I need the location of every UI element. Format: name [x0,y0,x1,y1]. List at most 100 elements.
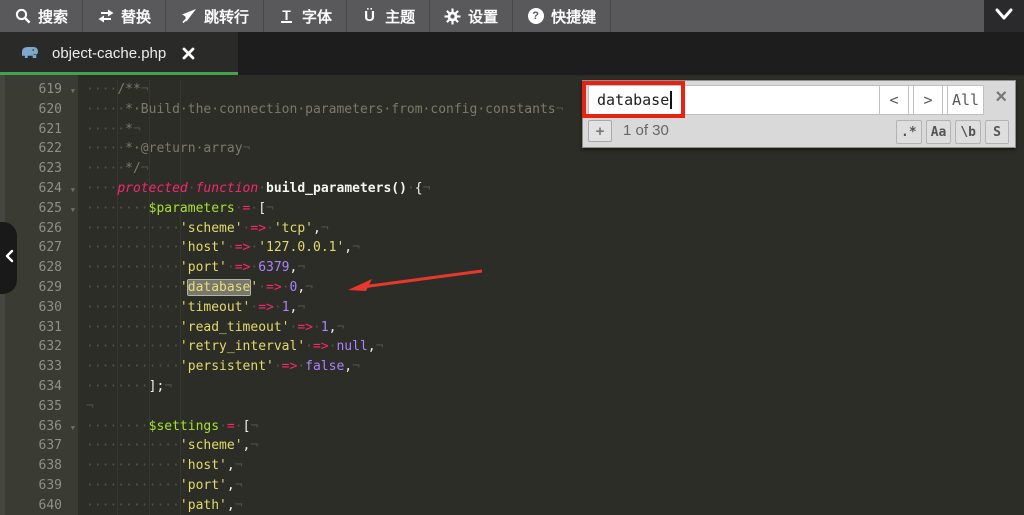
code-text[interactable]: ············'path',¬ [78,496,243,515]
tab-object-cache-php[interactable]: object-cache.php [0,32,238,75]
line-number[interactable]: 633 [0,357,78,377]
whole-word-toggle[interactable]: \b [955,120,981,144]
code-token: function [196,181,259,196]
code-text[interactable]: ············'scheme'·=>·'tcp',¬ [78,219,329,239]
line-number[interactable]: 623 [0,159,78,179]
code-text[interactable]: ············'database'·=>·0,¬ [78,278,313,298]
code-line[interactable]: 626············'scheme'·=>·'tcp',¬ [0,219,1024,239]
toolbar-collapse-button[interactable] [984,0,1024,32]
code-text[interactable]: ········];¬ [78,377,172,397]
regex-toggle[interactable]: .* [896,120,922,144]
php-file-icon [20,44,40,64]
code-token: { [415,181,423,196]
code-text[interactable]: ¬ [78,397,94,417]
add-search-row-button[interactable]: + [588,120,612,142]
toolbar-item-replace[interactable]: 替换 [83,0,166,32]
code-line[interactable]: 625▼········$parameters·=·[¬ [0,199,1024,219]
sidebar-collapse-handle[interactable] [0,222,17,294]
code-token: ¬ [164,379,172,394]
code-text[interactable]: ·····*¬ [78,120,141,140]
code-token: *·@return·array [125,141,242,156]
toolbar-item-theme[interactable]: Ü 主题 [347,0,430,32]
code-token: 1 [282,300,290,315]
code-token: · [313,320,321,335]
code-token: , [297,280,305,295]
code-text[interactable]: ············'read_timeout'·=>·1,¬ [78,318,344,338]
code-line[interactable]: 628············'port'·=>·6379,¬ [0,258,1024,278]
toolbar-item-goto-line[interactable]: 跳转行 [166,0,264,32]
line-number[interactable]: 631 [0,318,78,338]
toolbar-item-search[interactable]: 搜索 [0,0,83,32]
line-number[interactable]: 638 [0,456,78,476]
code-token: ¬ [86,399,94,414]
code-text[interactable]: ·····*·@return·array¬ [78,139,250,159]
code-text[interactable]: ·····*·Build·the·connection·parameters·f… [78,100,563,120]
code-token: ········ [86,419,149,434]
code-text[interactable]: ·····*/¬ [78,159,149,179]
code-text[interactable]: ····/**¬ [78,80,149,100]
line-number[interactable]: 640 [0,496,78,515]
case-sensitive-toggle[interactable]: Aa [926,120,952,144]
code-text[interactable]: ············'host'·=>·'127.0.0.1',¬ [78,238,360,258]
code-line[interactable]: 627············'host'·=>·'127.0.0.1',¬ [0,238,1024,258]
code-token: false [305,359,344,374]
code-token: 'port' [180,260,227,275]
code-line[interactable]: 623·····*/¬ [0,159,1024,179]
find-all-button[interactable]: All [947,85,984,115]
line-number[interactable]: 634 [0,377,78,397]
code-line[interactable]: 629············'database'·=>·0,¬ [0,278,1024,298]
code-token: /** [117,82,140,97]
line-number[interactable]: 625▼ [0,199,78,219]
code-token: ' [180,280,188,295]
code-token: · [227,260,235,275]
line-number[interactable]: 619▼ [0,80,78,100]
code-token: · [282,280,290,295]
find-previous-button[interactable]: < [879,85,909,115]
code-line[interactable]: 638············'host',¬ [0,456,1024,476]
line-number[interactable]: 637 [0,436,78,456]
code-line[interactable]: 624▼····protected·function·build_paramet… [0,179,1024,199]
code-text[interactable]: ············'port',¬ [78,476,243,496]
chevron-down-icon [994,7,1014,26]
code-token: => [313,339,329,354]
line-number[interactable]: 622 [0,139,78,159]
line-number[interactable]: 632 [0,337,78,357]
toolbar-item-shortcuts[interactable]: ? 快捷键 [513,0,611,32]
code-text[interactable]: ····protected·function·build_parameters(… [78,179,430,199]
line-number[interactable]: 620 [0,100,78,120]
code-line[interactable]: 632············'retry_interval'·=>·null,… [0,337,1024,357]
code-text[interactable]: ············'persistent'·=>·false,¬ [78,357,360,377]
code-line[interactable]: 640············'path',¬ [0,496,1024,515]
code-text[interactable]: ············'retry_interval'·=>·null,¬ [78,337,383,357]
code-text[interactable]: ········$parameters·=·[¬ [78,199,274,219]
line-number[interactable]: 630 [0,298,78,318]
code-line[interactable]: 633············'persistent'·=>·false,¬ [0,357,1024,377]
find-next-button[interactable]: > [913,85,943,115]
toolbar-item-settings[interactable]: 设置 [430,0,513,32]
line-number[interactable]: 635 [0,397,78,417]
toolbar-item-font[interactable]: T 字体 [264,0,347,32]
code-token: ········ [86,379,149,394]
line-number[interactable]: 624▼ [0,179,78,199]
code-token: ¬ [352,240,360,255]
line-number[interactable]: 636▼ [0,417,78,437]
close-search-icon[interactable]: × [995,87,1007,107]
code-text[interactable]: ········$settings·=·[¬ [78,417,258,437]
code-line[interactable]: 639············'port',¬ [0,476,1024,496]
code-line[interactable]: 636▼········$settings·=·[¬ [0,417,1024,437]
line-number[interactable]: 621 [0,120,78,140]
toolbar-item-label: 跳转行 [204,6,249,27]
tab-close-icon[interactable] [182,47,195,60]
code-line[interactable]: 637············'scheme',¬ [0,436,1024,456]
code-text[interactable]: ············'scheme',¬ [78,436,258,456]
selection-toggle[interactable]: S [985,120,1009,144]
code-token: ············ [86,320,180,335]
code-line[interactable]: 630············'timeout'·=>·1,¬ [0,298,1024,318]
code-line[interactable]: 634········];¬ [0,377,1024,397]
line-number[interactable]: 639 [0,476,78,496]
code-line[interactable]: 631············'read_timeout'·=>·1,¬ [0,318,1024,338]
code-text[interactable]: ············'port'·=>·6379,¬ [78,258,305,278]
code-line[interactable]: 635 ¬ [0,397,1024,417]
code-text[interactable]: ············'host',¬ [78,456,243,476]
code-text[interactable]: ············'timeout'·=>·1,¬ [78,298,305,318]
